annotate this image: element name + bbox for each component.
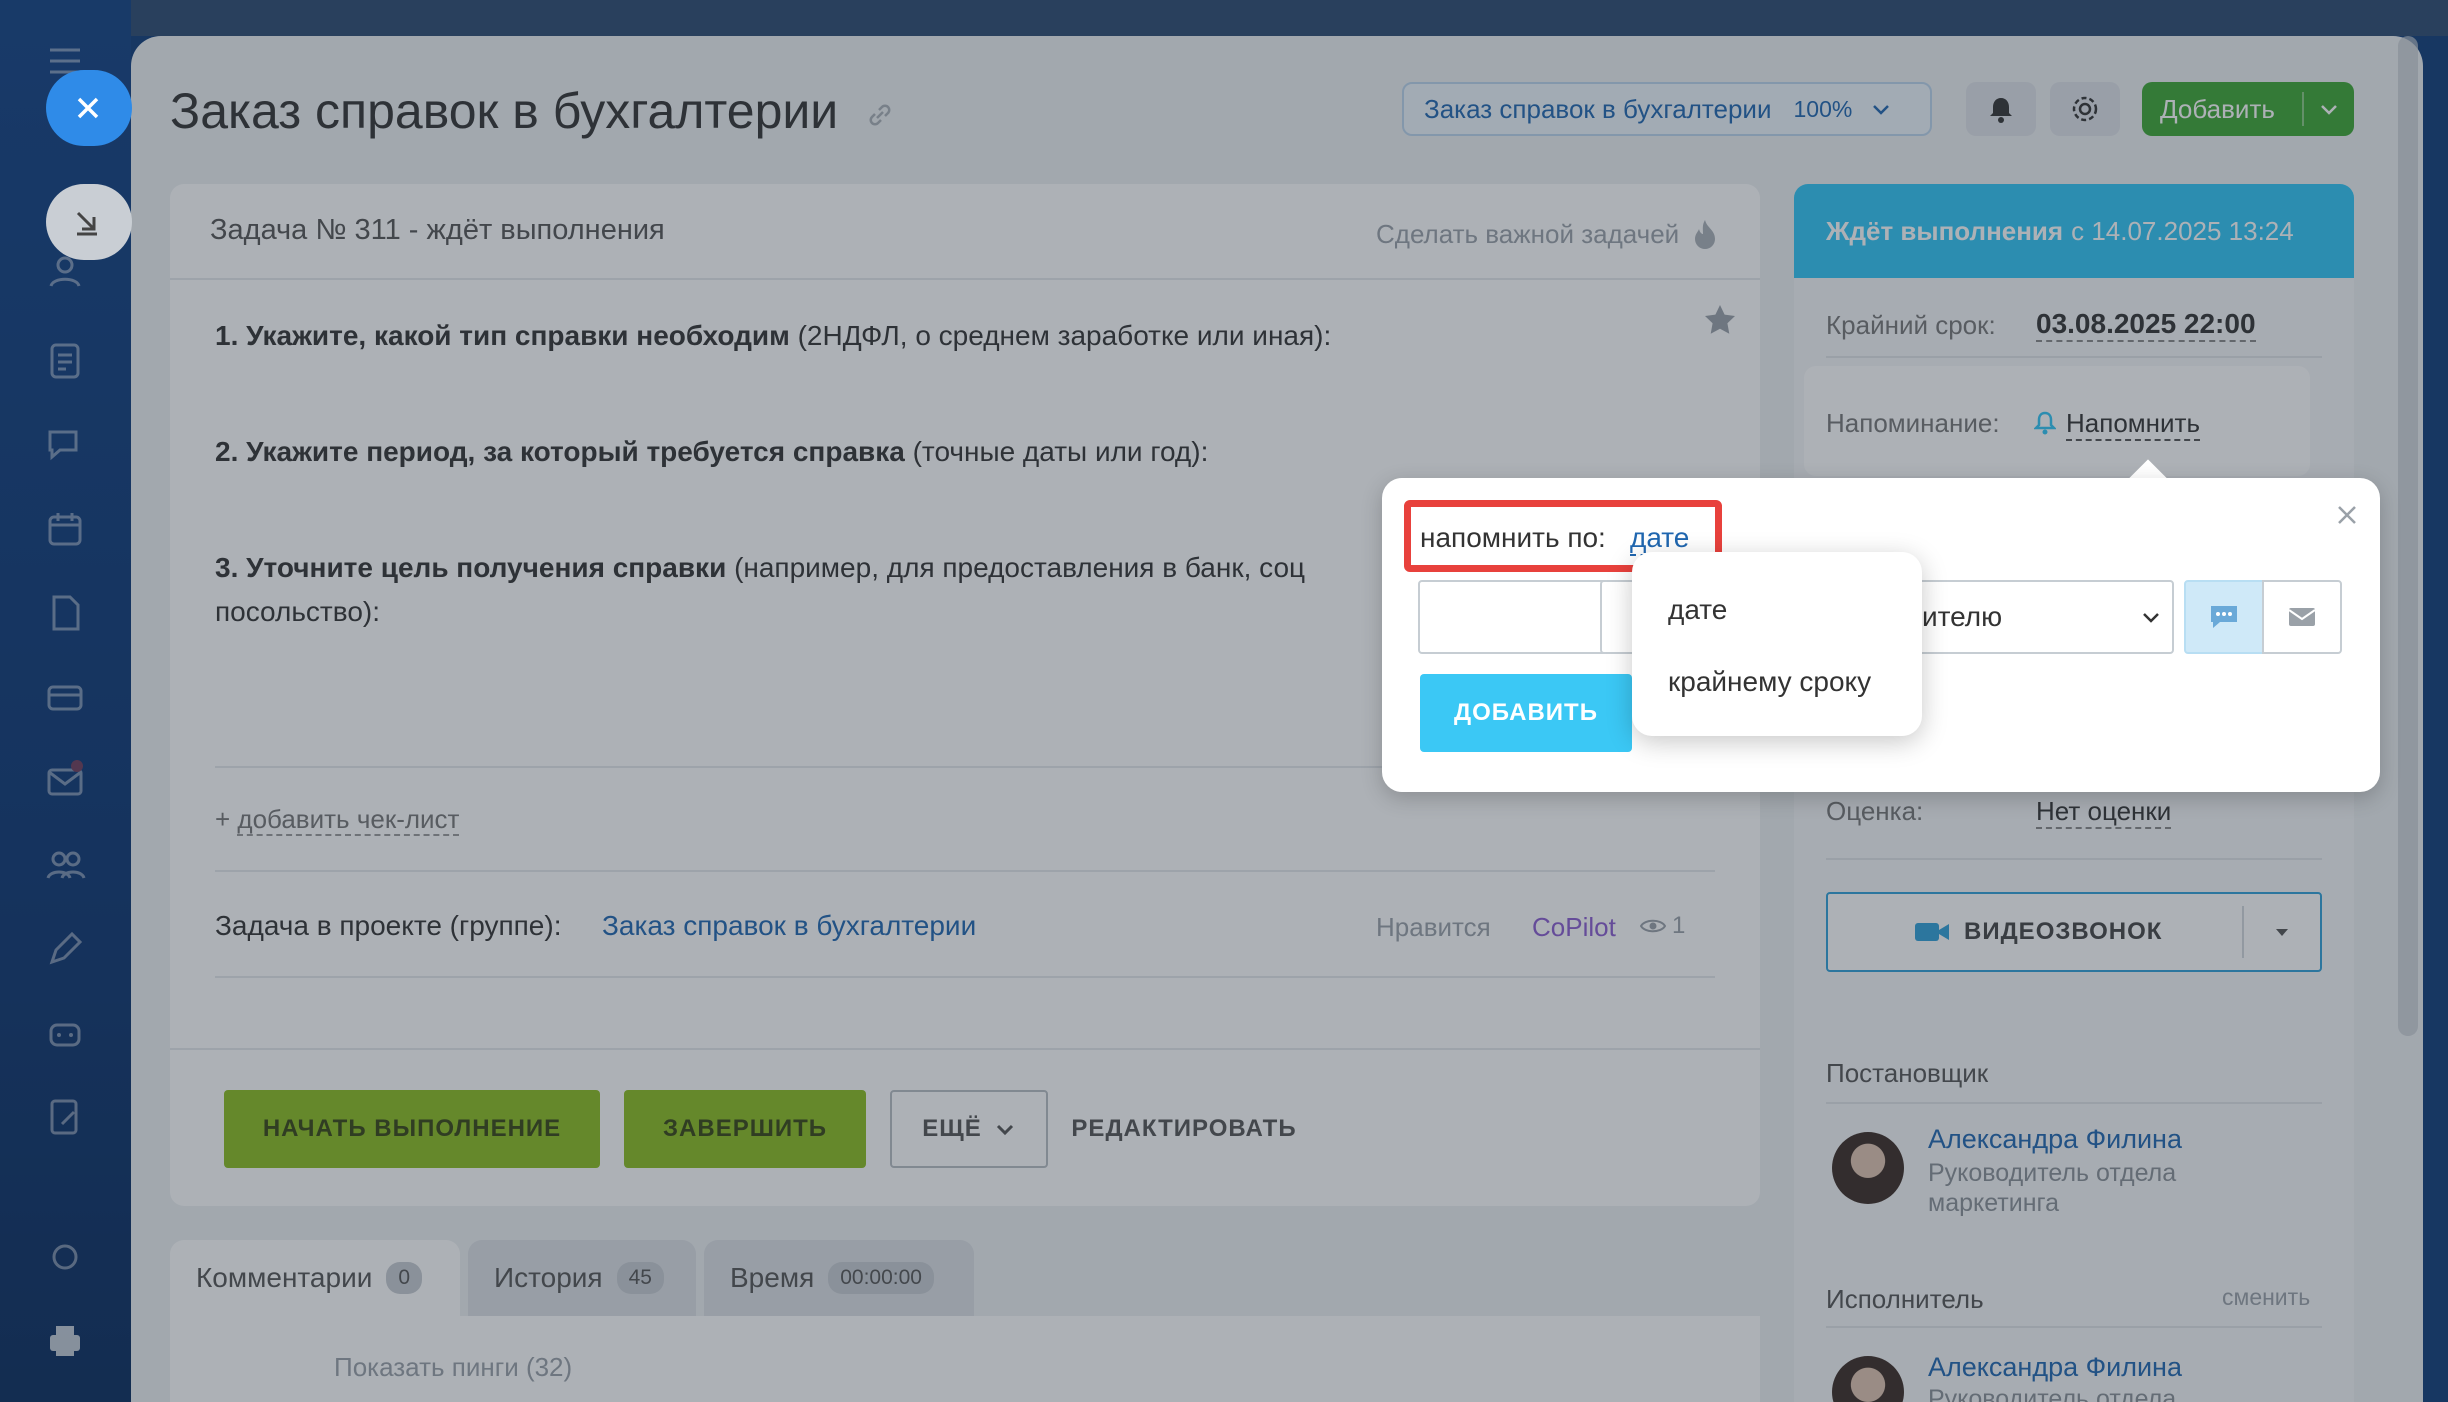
tab-comments[interactable]: Комментарии 0 xyxy=(170,1240,460,1316)
remind-by-label: напомнить по: xyxy=(1420,522,1606,553)
eye-icon xyxy=(1640,919,1666,933)
bell-icon xyxy=(1990,98,2012,123)
divider xyxy=(1826,1102,2322,1104)
creator-name[interactable]: Александра Филина xyxy=(1928,1124,2182,1155)
copilot-button[interactable]: CoPilot xyxy=(1532,912,1616,943)
finish-task-button[interactable]: ЗАВЕРШИТЬ xyxy=(624,1090,866,1168)
video-call-label: ВИДЕОЗВОНОК xyxy=(1914,918,2162,946)
chevron-down-icon xyxy=(2140,606,2162,628)
reminder-chat-toggle[interactable] xyxy=(2184,580,2264,654)
chevron-down-icon xyxy=(996,1124,1013,1136)
settings-circle-icon[interactable] xyxy=(44,1236,86,1278)
calendar-icon[interactable] xyxy=(44,508,86,550)
notification-button[interactable] xyxy=(1966,82,2036,136)
printer-icon[interactable] xyxy=(44,1320,86,1362)
task-description-line-1: 1. Укажите, какой тип справки необходим … xyxy=(215,320,1332,351)
project-progress-pill[interactable]: Заказ справок в бухгалтерии 100% xyxy=(1402,82,1932,136)
task-description-line-3: 3. Уточните цель получения справки (напр… xyxy=(215,552,1306,583)
more-button-label: ЕЩЁ xyxy=(922,1115,982,1142)
project-label: Задача в проекте (группе): xyxy=(215,910,562,941)
divider xyxy=(1826,1326,2322,1328)
pen-icon[interactable] xyxy=(44,928,86,970)
mail-icon[interactable] xyxy=(44,760,86,802)
divider xyxy=(1826,858,2322,860)
bell-icon xyxy=(2034,410,2056,436)
creator-section-label: Постановщик xyxy=(1826,1058,1989,1088)
like-button[interactable]: Нравится xyxy=(1376,912,1491,943)
project-pill-label: Заказ справок в бухгалтерии xyxy=(1424,93,1772,124)
tab-history[interactable]: История 45 xyxy=(468,1240,696,1316)
tab-time[interactable]: Время 00:00:00 xyxy=(704,1240,974,1316)
file-icon[interactable] xyxy=(44,592,86,634)
star-icon[interactable] xyxy=(1702,302,1738,338)
add-checklist-link[interactable]: + добавить чек-лист xyxy=(215,804,460,836)
edit-doc-icon[interactable] xyxy=(44,1096,86,1138)
remind-by-selector[interactable]: дате xyxy=(1630,522,1690,556)
views-counter: 1 xyxy=(1640,912,1685,940)
close-icon xyxy=(77,97,99,119)
flame-icon xyxy=(1695,220,1716,249)
assignee-section-label: Исполнитель xyxy=(1826,1284,1984,1314)
page-title: Заказ справок в бухгалтерии xyxy=(170,82,894,140)
close-slider-button[interactable] xyxy=(46,70,132,146)
status-header: Ждёт выполнения с 14.07.2025 13:24 xyxy=(1794,184,2354,278)
add-button[interactable]: Добавить xyxy=(2142,82,2354,136)
reminder-email-toggle[interactable] xyxy=(2262,580,2342,654)
add-button-label: Добавить xyxy=(2160,93,2275,124)
link-icon[interactable] xyxy=(866,101,894,129)
mail-icon xyxy=(2288,608,2316,626)
task-description-line-2: 2. Укажите период, за который требуется … xyxy=(215,436,1209,467)
make-important-button[interactable]: Сделать важной задачей xyxy=(1376,218,1719,250)
deadline-label: Крайний срок: xyxy=(1826,310,1996,340)
task-description-line-4: посольство): xyxy=(215,596,380,627)
deadline-value[interactable]: 03.08.2025 22:00 xyxy=(2036,308,2256,342)
start-task-button[interactable]: НАЧАТЬ ВЫПОЛНЕНИЕ xyxy=(224,1090,600,1168)
show-pings-link[interactable]: Показать пинги (32) xyxy=(334,1352,572,1383)
chat-icon[interactable] xyxy=(44,424,86,466)
minimize-slider-button[interactable] xyxy=(46,184,132,260)
document-icon[interactable] xyxy=(44,340,86,382)
divider xyxy=(170,1048,1760,1050)
recipient-select-value: ителю xyxy=(1922,601,2003,632)
video-camera-icon xyxy=(1915,923,1949,941)
settings-button[interactable] xyxy=(2050,82,2120,136)
minimize-icon xyxy=(76,211,97,236)
avatar[interactable] xyxy=(1832,1132,1904,1204)
dropdown-option-deadline[interactable]: крайнему сроку xyxy=(1668,666,1871,698)
more-button[interactable]: ЕЩЁ xyxy=(890,1090,1048,1168)
rating-label: Оценка: xyxy=(1826,796,1924,826)
divider xyxy=(215,870,1715,872)
assignee-name[interactable]: Александра Филина xyxy=(1928,1352,2182,1383)
scrollbar[interactable] xyxy=(2398,36,2418,1036)
remind-by-dropdown xyxy=(1632,552,1922,736)
gear-icon xyxy=(2072,96,2098,122)
project-percent: 100% xyxy=(1793,95,1853,122)
dropdown-option-date[interactable]: дате xyxy=(1668,594,1727,626)
task-status-line: Задача № 311 - ждёт выполнения xyxy=(210,214,665,246)
project-link[interactable]: Заказ справок в бухгалтерии xyxy=(602,910,976,942)
divider xyxy=(1826,356,2322,358)
contacts-icon[interactable] xyxy=(44,844,86,886)
chevron-down-icon xyxy=(1873,105,1890,115)
chat-icon xyxy=(2211,606,2237,628)
creator-role: Руководитель отдела маркетинга xyxy=(1928,1159,2177,1217)
remind-link[interactable]: Напомнить xyxy=(2066,408,2200,441)
reminder-label: Напоминание: xyxy=(1826,408,2000,438)
card-icon[interactable] xyxy=(44,676,86,718)
rating-value[interactable]: Нет оценки xyxy=(2036,796,2172,829)
divider xyxy=(2242,906,2244,958)
divider xyxy=(215,976,1715,978)
reminder-date-input[interactable] xyxy=(1418,580,1618,654)
chevron-down-icon[interactable] xyxy=(2318,98,2340,120)
background-window-strip xyxy=(131,0,2448,36)
assignee-role: Руководитель отдела xyxy=(1928,1385,2177,1402)
close-icon[interactable] xyxy=(2334,502,2360,528)
robot-icon[interactable] xyxy=(44,1012,86,1054)
make-important-label: Сделать важной задачей xyxy=(1376,218,1680,249)
change-assignee-link[interactable]: сменить xyxy=(2222,1284,2310,1311)
video-call-dropdown-icon[interactable] xyxy=(2272,922,2292,942)
edit-button[interactable]: РЕДАКТИРОВАТЬ xyxy=(1071,1090,1295,1168)
add-reminder-button[interactable]: ДОБАВИТЬ xyxy=(1420,674,1632,752)
